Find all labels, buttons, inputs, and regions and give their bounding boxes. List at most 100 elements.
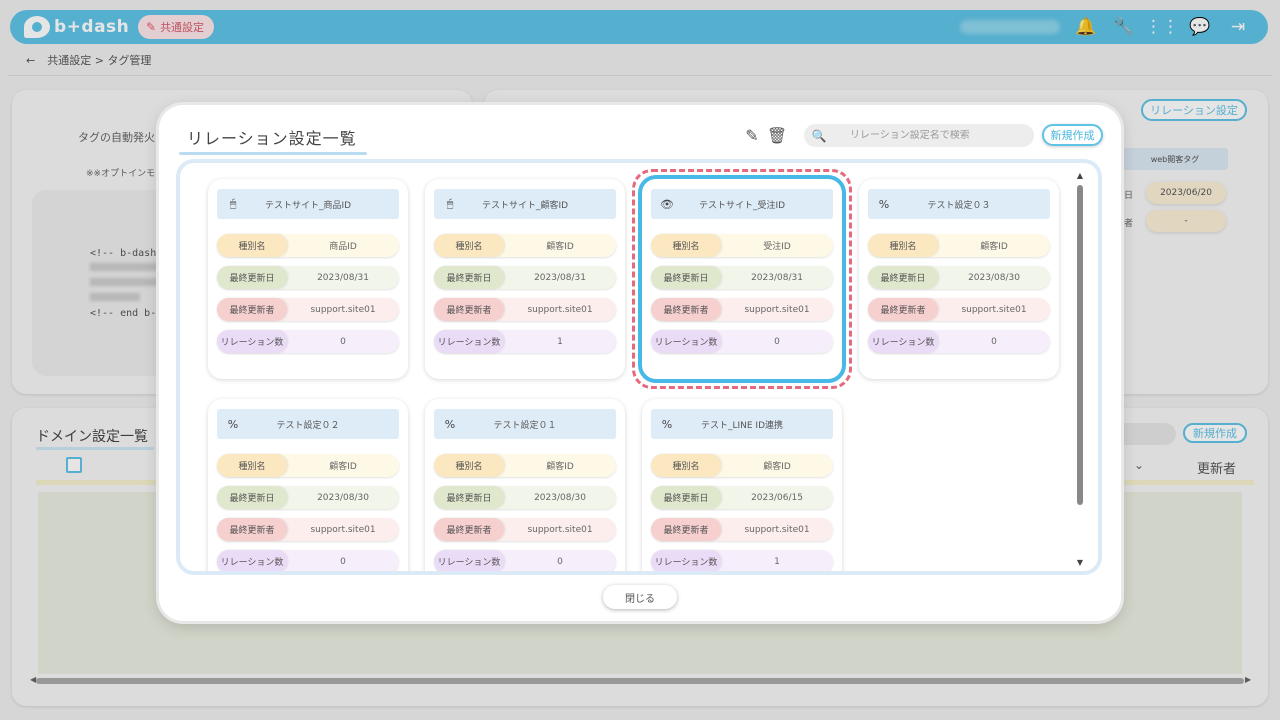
relation-card-header: % テスト設定０３	[868, 189, 1050, 219]
relation-search-box: 🔍	[804, 124, 1034, 147]
vertical-scrollbar[interactable]: ▲ ▼	[1076, 171, 1084, 567]
relation-card-fields: 種別名 商品ID 最終更新日 2023/08/31 最終更新者 support.site0…	[217, 234, 399, 353]
relation-count-value: 1	[774, 556, 780, 567]
updated-by-value: support.site01	[310, 304, 376, 315]
relation-count-row: リレーション数 1	[434, 330, 616, 353]
updated-date-value: 2023/06/15	[751, 492, 803, 503]
updated-date-row: 最終更新日 2023/08/30	[434, 486, 616, 509]
relation-count-row: リレーション数 0	[217, 330, 399, 353]
relation-card-fields: 種別名 顧客ID 最終更新日 2023/08/30 最終更新者 support.site0…	[434, 454, 616, 571]
relation-card[interactable]: % テスト_LINE ID連携 種別名 顧客ID 最終更新日 2023/06/15 最終更新…	[642, 399, 842, 571]
relation-count-label: リレーション数	[217, 330, 287, 353]
updated-by-value: support.site01	[961, 304, 1027, 315]
updated-by-label: 最終更新者	[434, 298, 504, 321]
type-row: 種別名 受注ID	[651, 234, 833, 257]
relation-count-row: リレーション数 0	[868, 330, 1050, 353]
scroll-up-arrow-icon[interactable]: ▲	[1076, 171, 1084, 180]
updated-by-label: 最終更新者	[868, 298, 938, 321]
close-button[interactable]: 閉じる	[603, 585, 677, 609]
relation-card-name: テスト設定０１	[493, 420, 557, 431]
type-value: 顧客ID	[980, 242, 1008, 252]
relation-count-row: リレーション数 0	[651, 330, 833, 353]
relation-count-value: 0	[340, 336, 346, 347]
modal-title: リレーション設定一覧	[179, 125, 367, 155]
relation-card-name: テストサイト_商品ID	[264, 200, 352, 211]
type-label: 種別名	[868, 234, 938, 257]
updated-date-label: 最終更新日	[217, 486, 287, 509]
type-label: 種別名	[217, 454, 287, 477]
mouse-icon: 🖱	[446, 197, 454, 210]
scroll-down-arrow-icon[interactable]: ▼	[1076, 558, 1084, 567]
relation-count-label: リレーション数	[651, 550, 721, 571]
scrollbar-thumb[interactable]	[1077, 185, 1083, 505]
relation-card-list: 🖱 テストサイト_商品ID 種別名 商品ID 最終更新日 2023/08/31 最終更新者 s…	[176, 159, 1102, 575]
updated-by-value: support.site01	[744, 304, 810, 315]
type-row: 種別名 顧客ID	[868, 234, 1050, 257]
percent-icon: %	[227, 417, 239, 431]
relation-card[interactable]: 🖱 テストサイト_顧客ID 種別名 顧客ID 最終更新日 2023/08/31 最終更新者 s…	[425, 179, 625, 379]
relation-card[interactable]: 👁 テストサイト_受注ID 種別名 受注ID 最終更新日 2023/08/31 最終更新者 s…	[632, 169, 852, 389]
relation-count-label: リレーション数	[434, 330, 504, 353]
updated-by-value: support.site01	[310, 524, 376, 535]
eye-icon: 👁	[660, 197, 674, 211]
updated-date-label: 最終更新日	[217, 266, 287, 289]
relation-count-value: 0	[557, 556, 563, 567]
relation-card[interactable]: % テスト設定０１ 種別名 顧客ID 最終更新日 2023/08/30 最終更新者 suppo…	[425, 399, 625, 571]
relation-card-fields: 種別名 顧客ID 最終更新日 2023/08/30 最終更新者 support.site0…	[217, 454, 399, 571]
relation-card-header: 👁 テストサイト_受注ID	[651, 189, 833, 219]
updated-date-value: 2023/08/31	[751, 272, 803, 283]
relation-card-name: テストサイト_顧客ID	[481, 200, 569, 211]
updated-date-label: 最終更新日	[434, 486, 504, 509]
relation-card[interactable]: 🖱 テストサイト_商品ID 種別名 商品ID 最終更新日 2023/08/31 最終更新者 s…	[208, 179, 408, 379]
type-value: 受注ID	[763, 242, 791, 252]
updated-by-row: 最終更新者 support.site01	[434, 298, 616, 321]
type-value: 顧客ID	[329, 462, 357, 472]
type-row: 種別名 顧客ID	[217, 454, 399, 477]
new-relation-button[interactable]: 新規作成	[1042, 124, 1103, 146]
relation-card-name: テストサイト_受注ID	[698, 200, 786, 211]
updated-date-label: 最終更新日	[868, 266, 938, 289]
relation-count-label: リレーション数	[651, 330, 721, 353]
relation-card-header: % テスト設定０１	[434, 409, 616, 439]
relation-count-row: リレーション数 0	[434, 550, 616, 571]
relation-search-input[interactable]	[830, 130, 1020, 141]
type-label: 種別名	[651, 454, 721, 477]
updated-date-value: 2023/08/30	[317, 492, 369, 503]
relation-card-fields: 種別名 顧客ID 最終更新日 2023/08/30 最終更新者 support.site0…	[868, 234, 1050, 353]
updated-by-row: 最終更新者 support.site01	[651, 298, 833, 321]
updated-by-label: 最終更新者	[217, 298, 287, 321]
relation-count-row: リレーション数 0	[217, 550, 399, 571]
updated-by-value: support.site01	[527, 524, 593, 535]
type-label: 種別名	[651, 234, 721, 257]
updated-by-label: 最終更新者	[651, 298, 721, 321]
type-row: 種別名 顧客ID	[651, 454, 833, 477]
updated-date-value: 2023/08/31	[534, 272, 586, 283]
updated-date-row: 最終更新日 2023/08/30	[868, 266, 1050, 289]
updated-by-row: 最終更新者 support.site01	[651, 518, 833, 541]
type-label: 種別名	[217, 234, 287, 257]
updated-by-row: 最終更新者 support.site01	[868, 298, 1050, 321]
updated-by-value: support.site01	[527, 304, 593, 315]
updated-by-row: 最終更新者 support.site01	[217, 518, 399, 541]
relation-card-grid: 🖱 テストサイト_商品ID 種別名 商品ID 最終更新日 2023/08/31 最終更新者 s…	[208, 169, 1059, 571]
relation-card-header: 🖱 テストサイト_商品ID	[217, 189, 399, 219]
search-icon: 🔍	[811, 128, 827, 143]
percent-icon: %	[878, 197, 890, 211]
updated-by-label: 最終更新者	[217, 518, 287, 541]
type-value: 顧客ID	[763, 462, 791, 472]
relation-count-value: 0	[340, 556, 346, 567]
relation-settings-modal: リレーション設定一覧 ✎ 🗑 🔍 新規作成 🖱 テストサイト_商品ID 種別名 商品I…	[159, 105, 1121, 621]
relation-card[interactable]: % テスト設定０２ 種別名 顧客ID 最終更新日 2023/08/30 最終更新者 suppo…	[208, 399, 408, 571]
relation-card-name: テスト_LINE ID連携	[700, 420, 784, 431]
updated-by-row: 最終更新者 support.site01	[434, 518, 616, 541]
relation-card-fields: 種別名 顧客ID 最終更新日 2023/08/31 最終更新者 support.site0…	[434, 234, 616, 353]
relation-card-header: % テスト設定０２	[217, 409, 399, 439]
edit-icon[interactable]: ✎	[742, 125, 762, 145]
type-label: 種別名	[434, 234, 504, 257]
relation-count-value: 1	[557, 336, 563, 347]
trash-icon[interactable]: 🗑	[767, 125, 787, 145]
updated-by-label: 最終更新者	[434, 518, 504, 541]
relation-card[interactable]: % テスト設定０３ 種別名 顧客ID 最終更新日 2023/08/30 最終更新者 suppo…	[859, 179, 1059, 379]
type-label: 種別名	[434, 454, 504, 477]
updated-date-label: 最終更新日	[651, 266, 721, 289]
